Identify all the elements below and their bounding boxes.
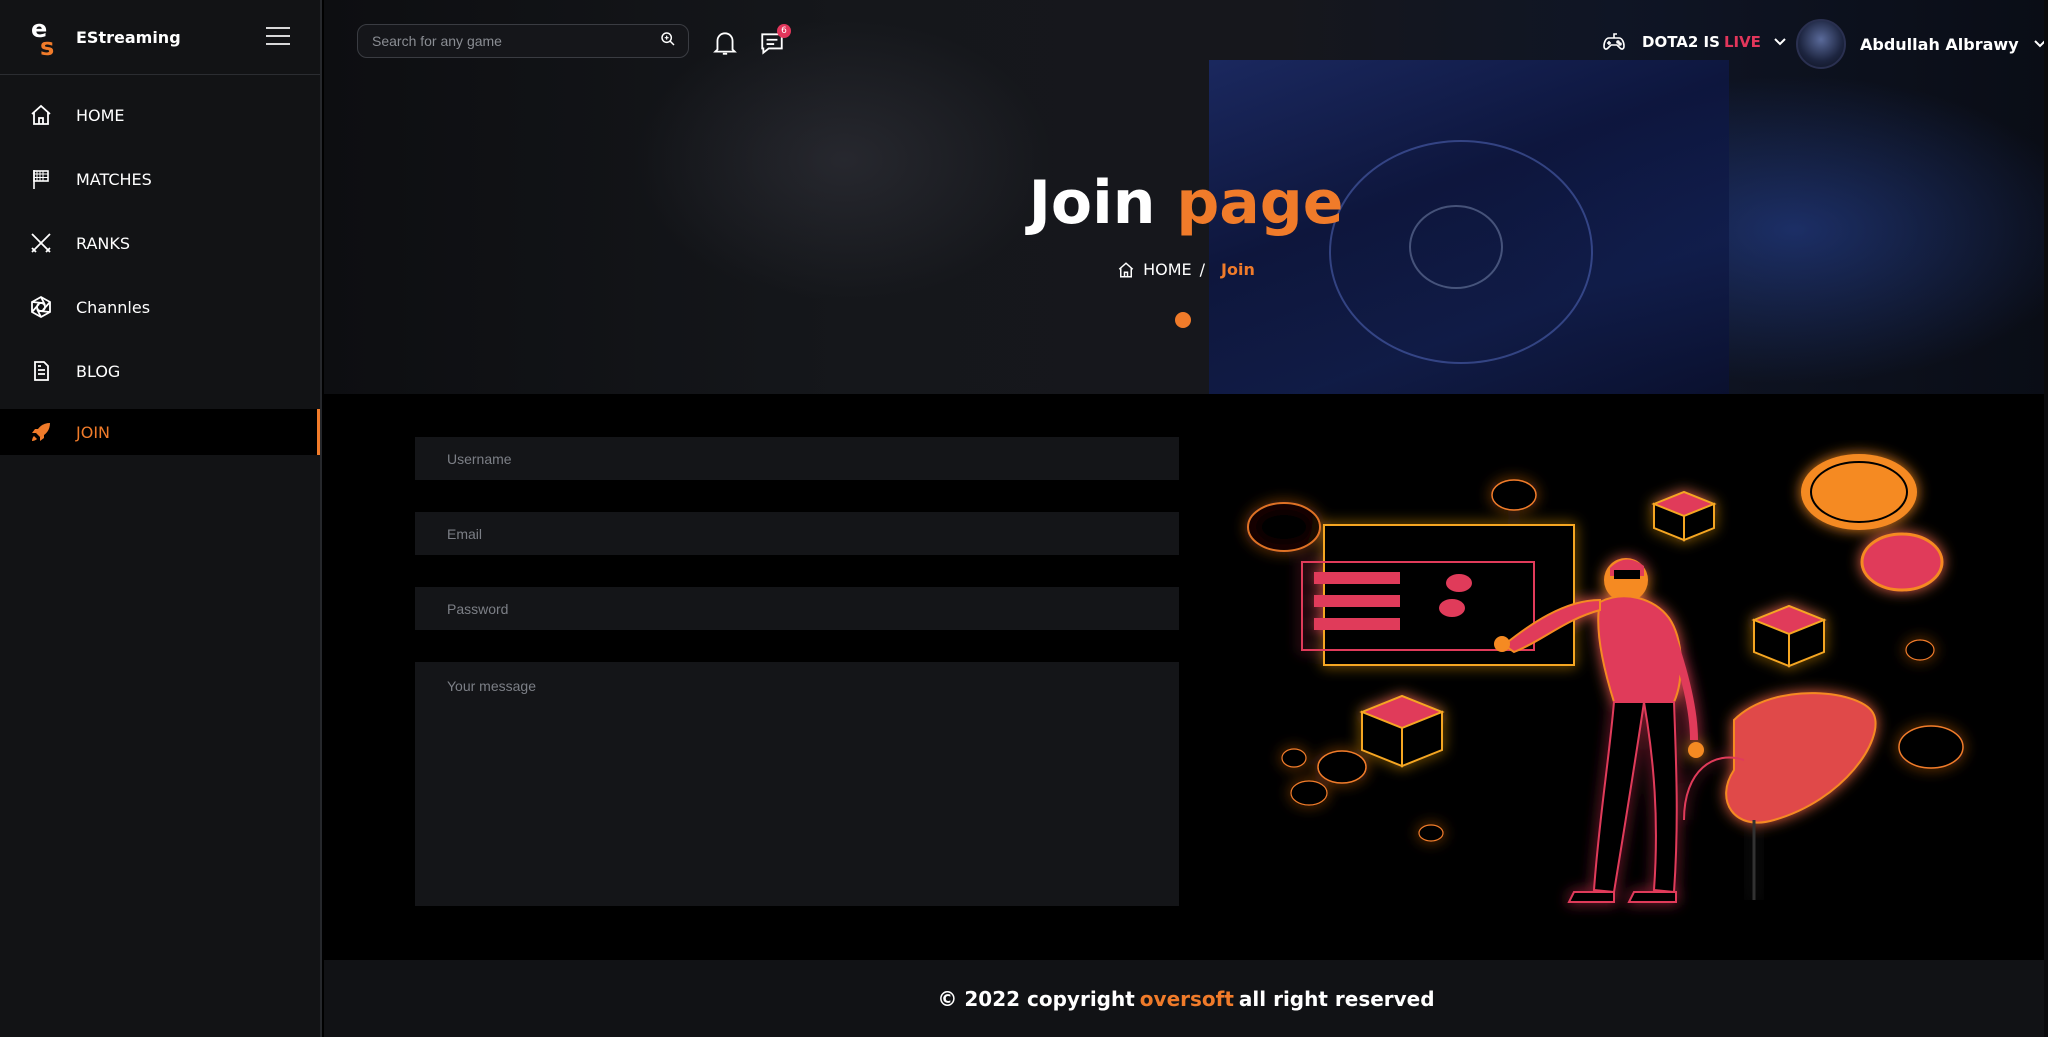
topbar: 6 DOTA2 IS LIVE Abdullah Albrawy (324, 0, 2048, 85)
sidebar-item-blog[interactable]: BLOG (0, 339, 320, 403)
brand: e s EStreaming (0, 0, 320, 75)
chevron-down-icon (1773, 37, 1787, 47)
footer: © 2022 copyright oversoft all right rese… (324, 960, 2048, 1037)
live-prefix: DOTA2 IS (1642, 33, 1720, 51)
messages-badge: 6 (777, 24, 791, 38)
footer-brand-link[interactable]: oversoft (1140, 987, 1234, 1011)
live-word: LIVE (1723, 33, 1761, 51)
username-field[interactable] (415, 437, 1179, 480)
user-menu[interactable]: Abdullah Albrawy (1796, 19, 2047, 69)
breadcrumb-current: Join (1221, 260, 1255, 279)
document-icon (28, 358, 54, 384)
messages-icon[interactable]: 6 (759, 24, 791, 60)
email-field[interactable] (415, 512, 1179, 555)
sidebar-item-join[interactable]: JOIN (0, 409, 320, 455)
join-illustration (1247, 454, 1964, 903)
live-indicator[interactable]: DOTA2 IS LIVE (1602, 30, 1787, 54)
home-icon (28, 102, 54, 128)
breadcrumb: HOME / Join (324, 260, 2048, 279)
breadcrumb-home[interactable]: HOME (1143, 260, 1192, 279)
sidebar-item-ranks[interactable]: RANKS (0, 211, 320, 275)
home-icon (1117, 261, 1135, 279)
gamepad-icon (1602, 30, 1626, 54)
sidebar-item-label: BLOG (76, 361, 121, 381)
sidebar-item-label: HOME (76, 105, 125, 125)
brand-name: EStreaming (76, 27, 181, 47)
page-title-main: Join (1028, 168, 1156, 238)
hero-banner: 6 DOTA2 IS LIVE Abdullah Albrawy (324, 0, 2048, 394)
rocket-icon (28, 419, 54, 445)
crossed-swords-icon (28, 230, 54, 256)
sidebar-nav: HOME MATCHES RANKS Channles BLOG JOIN (0, 83, 320, 455)
page-edge (2044, 0, 2048, 1037)
sidebar-item-channels[interactable]: Channles (0, 275, 320, 339)
sidebar-item-label: RANKS (76, 233, 131, 253)
search-input[interactable] (370, 32, 660, 50)
sidebar-item-home[interactable]: HOME (0, 83, 320, 147)
svg-text:s: s (40, 33, 54, 57)
logo[interactable]: e s (28, 15, 62, 61)
hero-dot (1175, 312, 1191, 328)
main-content: 6 DOTA2 IS LIVE Abdullah Albrawy (324, 0, 2048, 1037)
aperture-icon (28, 294, 54, 320)
footer-suffix: all right reserved (1238, 986, 1435, 1011)
page-title: Join page (324, 168, 2048, 238)
flag-icon (28, 166, 54, 192)
sidebar-item-label: Channles (76, 297, 151, 317)
sidebar-item-label: JOIN (76, 422, 110, 442)
message-field[interactable] (415, 662, 1179, 906)
search-icon[interactable] (660, 31, 676, 51)
sidebar-item-label: MATCHES (76, 169, 152, 189)
menu-toggle-icon[interactable] (266, 27, 290, 47)
breadcrumb-separator: / (1199, 260, 1206, 279)
page-title-accent: page (1176, 168, 1344, 238)
avatar[interactable] (1796, 19, 1846, 69)
sidebar-item-matches[interactable]: MATCHES (0, 147, 320, 211)
password-field[interactable] (415, 587, 1179, 630)
footer-prefix: © 2022 copyright (937, 986, 1135, 1011)
bell-icon[interactable] (712, 29, 738, 61)
user-name: Abdullah Albrawy (1860, 34, 2019, 54)
sidebar: e s EStreaming HOME MATCHES RANKS Channl… (0, 0, 322, 1037)
search-box (357, 24, 689, 58)
